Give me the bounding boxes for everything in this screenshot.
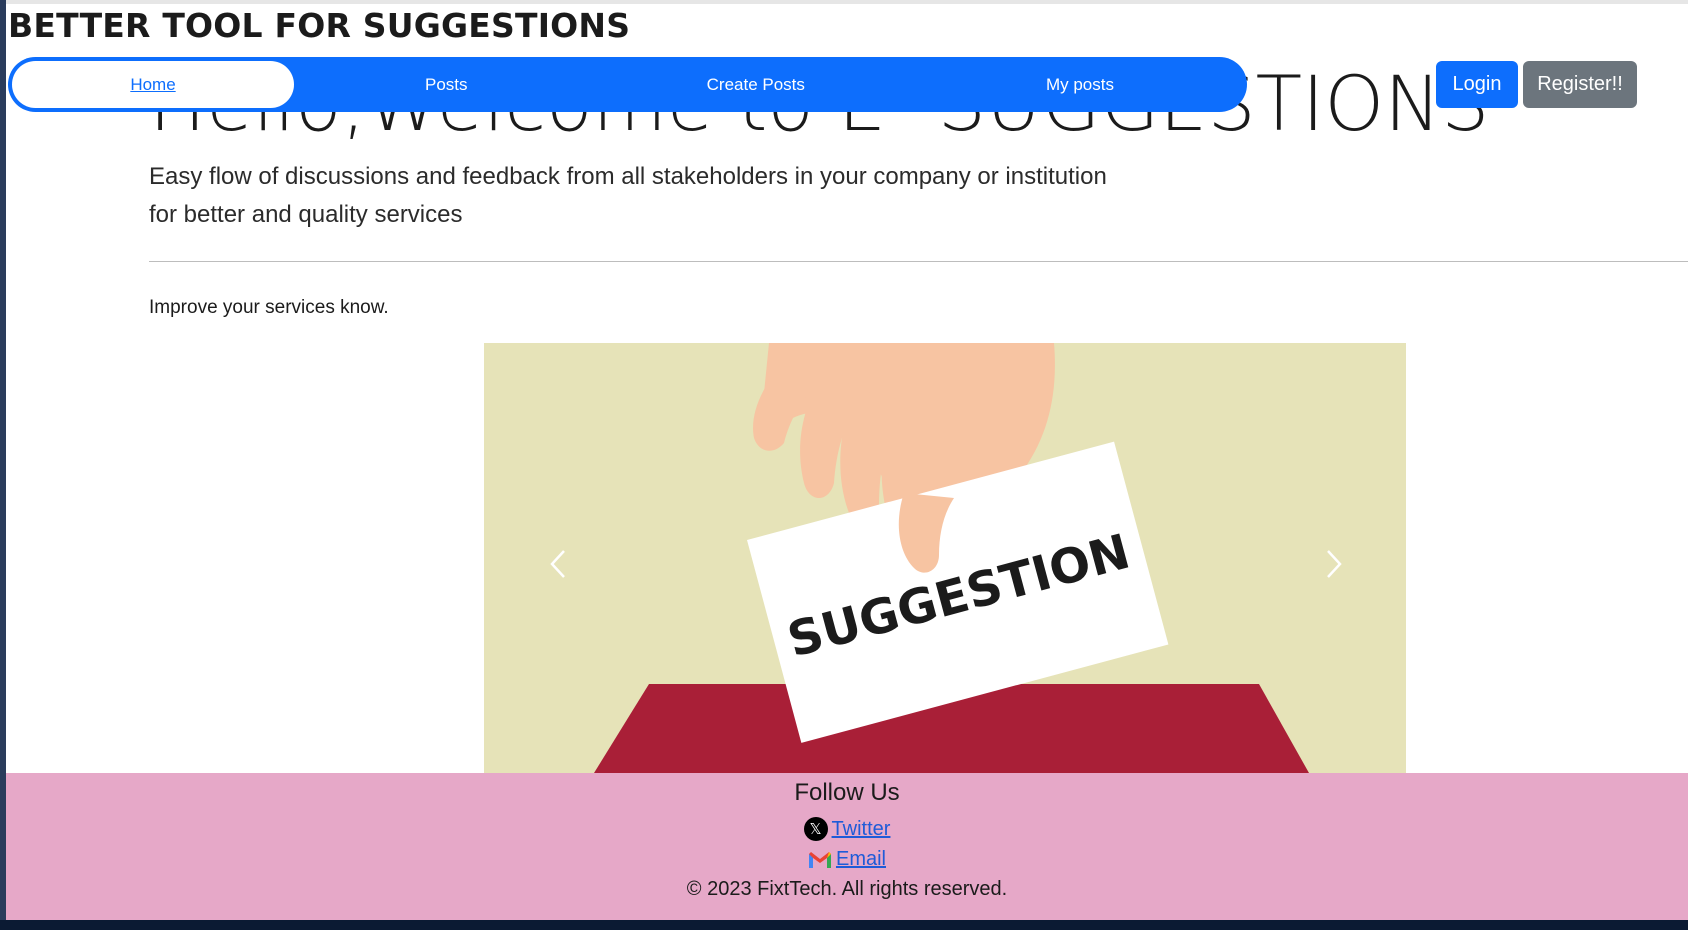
nav-posts-link[interactable]: Posts	[294, 61, 599, 108]
carousel-prev-button[interactable]	[544, 549, 574, 579]
nav-home-link[interactable]: Home	[12, 61, 294, 108]
gmail-icon	[808, 851, 831, 868]
page: Hello,Welcome to E- SUGGESTIONS BETTER T…	[6, 0, 1688, 924]
footer-email-row: Email	[6, 848, 1688, 871]
footer-twitter-row: 𝕏 Twitter	[6, 817, 1688, 841]
site-footer: Follow Us 𝕏 Twitter Email © 2023 FixtTec…	[6, 773, 1688, 924]
hero-divider	[149, 261, 1688, 262]
footer-heading: Follow Us	[794, 779, 900, 806]
nav-create-posts-link[interactable]: Create Posts	[599, 61, 913, 108]
twitter-link[interactable]: Twitter	[832, 818, 891, 841]
chevron-left-icon	[550, 550, 565, 578]
site-title: BETTER TOOL FOR SUGGESTIONS	[8, 6, 631, 45]
carousel-next-button[interactable]	[1318, 549, 1348, 579]
suggestion-box-illustration: SUGGESTION	[594, 343, 1309, 773]
chevron-right-icon	[1327, 550, 1342, 578]
x-twitter-icon: 𝕏	[803, 817, 828, 841]
register-button[interactable]: Register!!	[1523, 61, 1637, 108]
hero-lead-text: Easy flow of discussions and feedback fr…	[149, 163, 1107, 228]
nav-my-posts-link[interactable]: My posts	[913, 61, 1247, 108]
taskbar-edge	[0, 920, 1688, 930]
image-carousel: SUGGESTION	[484, 343, 1406, 773]
email-link[interactable]: Email	[836, 848, 886, 871]
copyright-text: © 2023 FixtTech. All rights reserved.	[686, 878, 1008, 900]
login-button[interactable]: Login	[1436, 61, 1518, 108]
main-navbar: Home Posts Create Posts My posts	[8, 57, 1247, 112]
hero-sub-text: Improve your services know.	[149, 297, 389, 318]
